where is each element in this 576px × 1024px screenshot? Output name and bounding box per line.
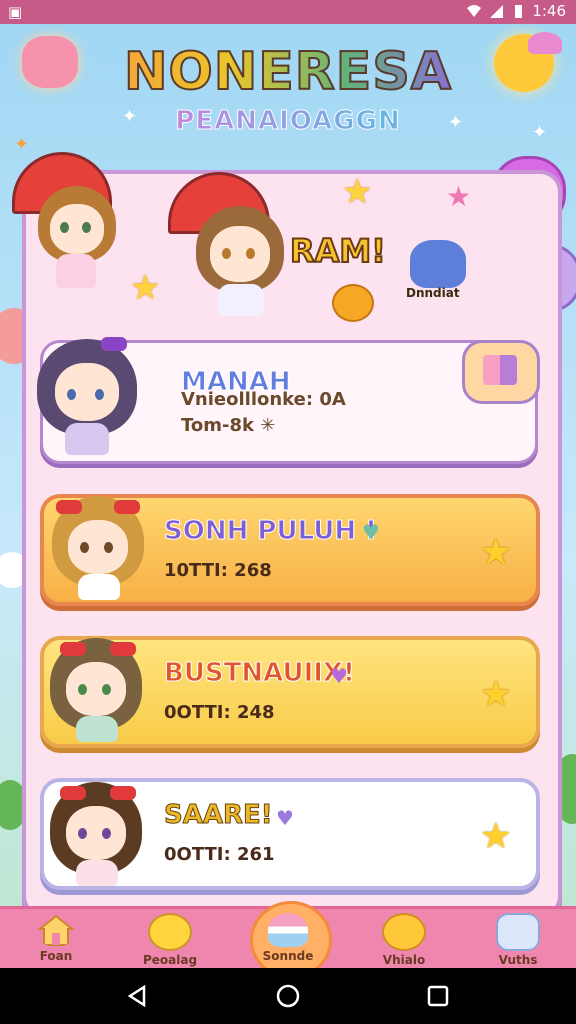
clock: 1:46 [532,2,566,20]
mascot-label: Dnndiat [406,286,460,300]
character-avatar [37,337,147,463]
star-icon: ★ [479,816,512,857]
cake-icon [268,913,308,947]
entry-detail: 0OTTI: 261 [164,844,275,865]
heart-icon: ♥ [330,664,348,688]
back-icon[interactable] [126,984,150,1008]
character-avatar [52,492,148,602]
pink-star-icon: ★ [446,180,472,213]
game-subtitle: PEANAIOAGGN [0,106,576,137]
chick-icon [382,913,426,951]
bottom-nav: Foan Peoalag Sonnde Vhialo Vuths [0,901,576,979]
nav-item-chick[interactable]: Vhialo [364,909,444,971]
nav-label: Peoalag [142,953,198,967]
list-item[interactable]: SONH PULUH ! ♥ 10TTI: 268 ★ [40,494,540,606]
orange-sparkle-icon: ✦ [14,134,30,155]
signal-icon [490,5,504,18]
home-icon[interactable] [276,984,300,1008]
nav-item-social[interactable]: Peoalag [130,909,210,971]
star-icon: ★ [342,172,373,212]
character-avatar[interactable] [38,186,118,296]
game-title: NONERESA [0,41,576,103]
cat-mascot-icon [410,240,466,288]
entry-detail: Tom-8k ✳ [181,415,276,436]
entry-detail: 10TTI: 268 [164,560,272,581]
character-avatar [50,778,146,888]
character-avatar[interactable] [196,206,288,322]
nav-item-chat[interactable]: Vuths [478,909,558,971]
nav-item-home[interactable]: Foan [16,909,96,971]
sun-mascot-icon [332,284,374,322]
wifi-icon [467,5,482,17]
notification-icon: ▣ [8,3,23,21]
nav-label: Sonnde [262,949,314,963]
status-bar: ▣ 1:46 [0,0,576,24]
house-icon [37,914,75,946]
entry-detail: Vnieolllonke: 0A [181,389,346,410]
recents-icon[interactable] [426,984,450,1008]
nav-label: Vuths [498,953,538,967]
battery-icon [515,5,523,18]
nav-label: Vhialo [382,953,426,967]
bubble-icon [496,913,540,951]
nav-item-sweets[interactable]: Sonnde [248,901,332,979]
star-icon: ★ [479,532,512,573]
card-sticker-icon[interactable] [462,340,540,404]
system-nav-bar [0,968,576,1024]
heart-icon: ♥ [362,520,380,544]
star-icon: ★ [479,674,512,715]
list-item[interactable]: BUSTNAUIIX! ♥ 0OTTI: 248 ★ [40,636,540,748]
entry-name: SONH PULUH ! [164,516,378,547]
nav-label: Foan [39,949,73,963]
heart-icon: ♥ [276,806,294,830]
entry-name: BUSTNAUIIX! [164,658,356,689]
entry-detail: 0OTTI: 248 [164,702,275,723]
ram-shout: RAM! [289,231,387,271]
character-avatar [50,634,146,744]
star-icon: ★ [130,268,161,308]
list-item[interactable]: SAARE! ♥ 0OTTI: 261 ★ [40,778,540,890]
entry-name: SAARE! [164,800,274,831]
smiley-icon [148,913,192,951]
